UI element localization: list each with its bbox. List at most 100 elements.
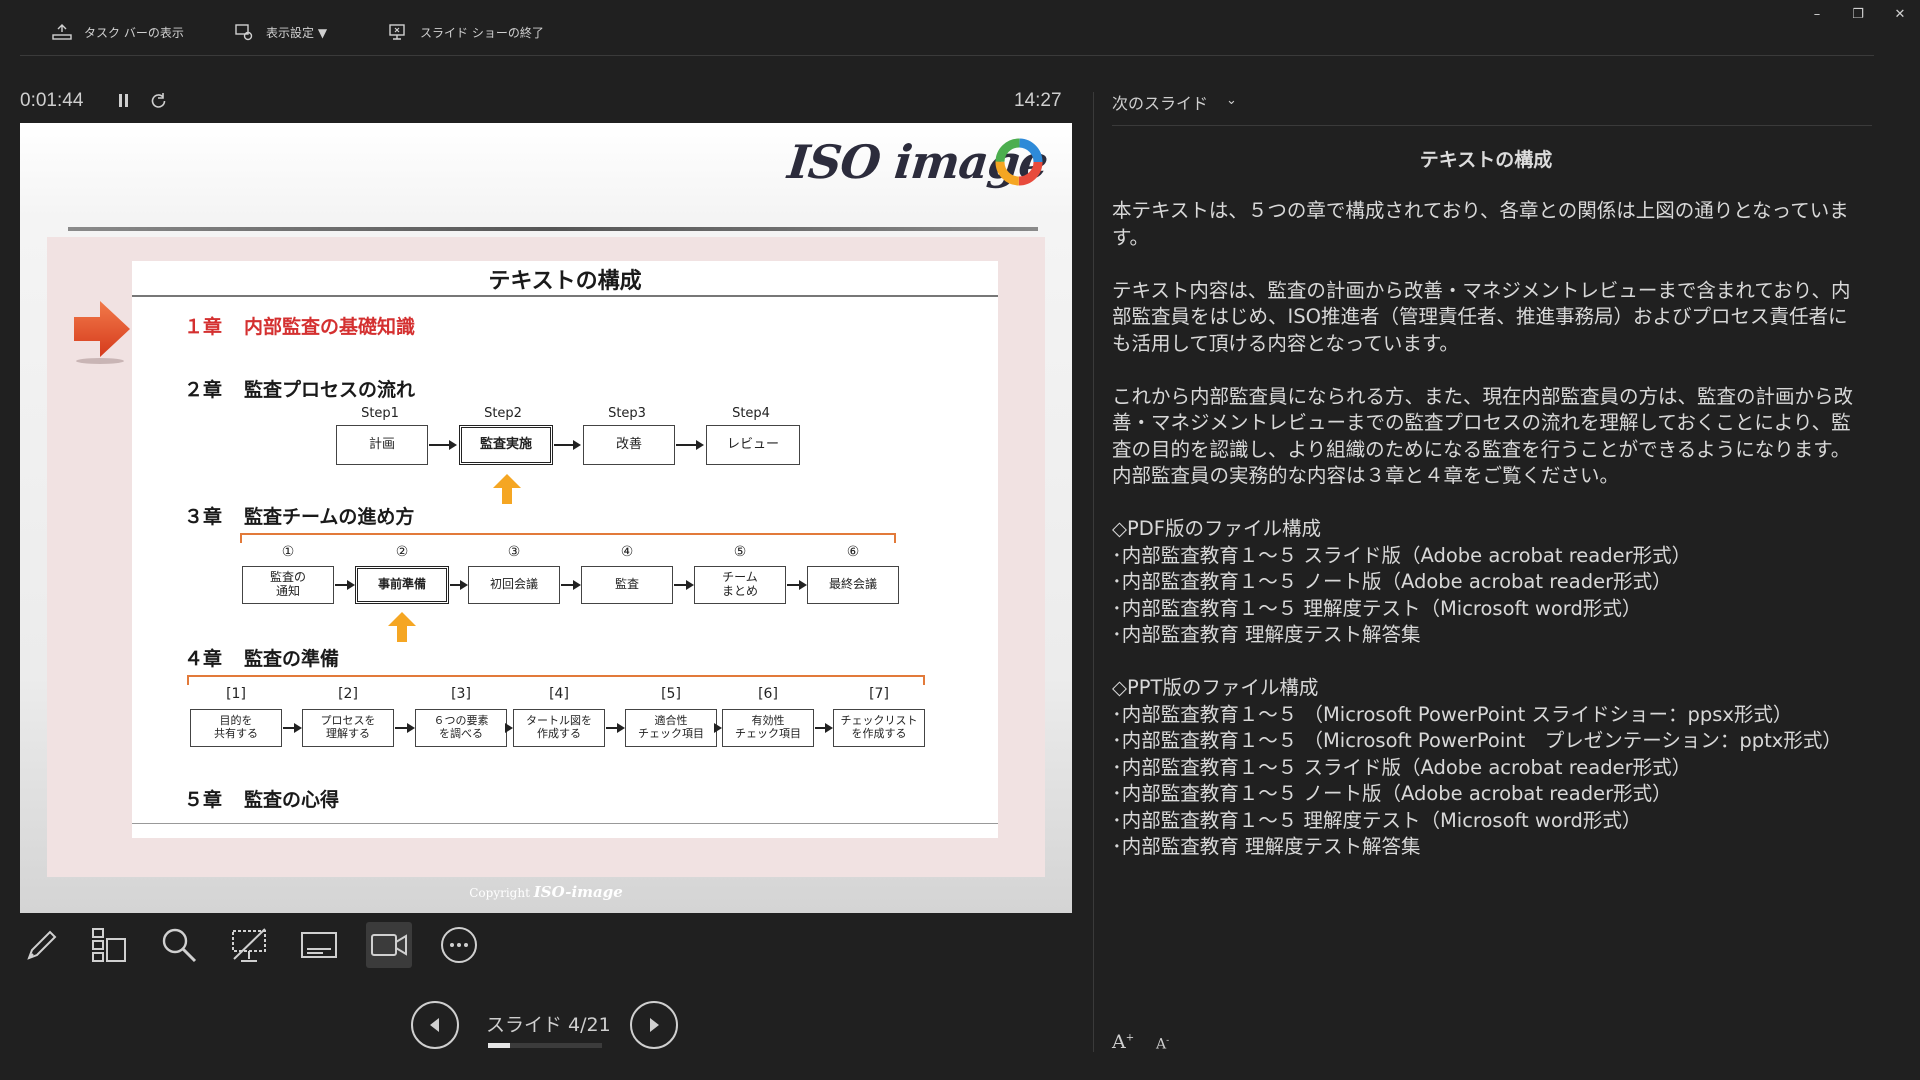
slide-title-rule <box>132 295 998 297</box>
restore-button[interactable]: ❐ <box>1846 4 1870 24</box>
chapter-4: ４章 監査の準備 <box>184 648 340 670</box>
ch3-bracket <box>240 533 896 543</box>
slide-progress-bar <box>488 1043 602 1048</box>
pen-tool-button[interactable] <box>18 922 64 968</box>
end-slideshow-button[interactable]: スライド ショーの終了 <box>388 20 544 44</box>
ch4-step-box: タートル図を 作成する <box>513 709 605 747</box>
ch3-step-label: ④ <box>620 544 634 560</box>
ch3-step-box: 最終会議 <box>807 566 899 604</box>
ch3-step-label: ① <box>281 544 295 560</box>
ch4-step-box: プロセスを 理解する <box>302 709 394 747</box>
camera-toggle-button[interactable] <box>366 922 412 968</box>
flow-connector <box>676 440 704 450</box>
logo-ring-icon <box>995 138 1043 186</box>
ch4-step-box: 目的を 共有する <box>190 709 282 747</box>
ch2-step-box-highlight: 監査実施 <box>459 425 553 465</box>
chapter-3: ３章 監査チームの進め方 <box>184 506 415 528</box>
ch3-step-box: チーム まとめ <box>694 566 786 604</box>
black-screen-button[interactable] <box>226 922 272 968</box>
ch4-step-box: ６つの要素 を調べる <box>415 709 507 747</box>
slides-grid-icon <box>92 928 126 962</box>
chapter-1: １章 内部監査の基礎知識 <box>184 316 416 338</box>
display-settings-icon <box>235 24 253 41</box>
flow-connector <box>429 440 457 450</box>
orange-up-arrow-icon <box>388 612 416 642</box>
ch4-step-label: [4] <box>549 686 569 702</box>
show-taskbar-button[interactable]: タスク バーの表示 <box>52 20 184 44</box>
ch2-step-label: Step2 <box>484 406 522 421</box>
ch2-step-box: レビュー <box>706 425 800 465</box>
chevron-down-icon[interactable]: ⌄ <box>1226 93 1237 108</box>
pen-icon <box>27 930 57 960</box>
ch3-step-box: 初回会議 <box>468 566 560 604</box>
pause-icon[interactable] <box>114 92 132 110</box>
slide-header-rule <box>68 227 1038 231</box>
flow-connector <box>561 580 581 590</box>
display-settings-label: 表示設定 ▼ <box>266 25 328 40</box>
ch4-bracket <box>187 675 925 685</box>
ch2-step-label: Step3 <box>608 406 646 421</box>
orange-up-arrow-icon <box>493 474 521 504</box>
flow-connector <box>283 723 302 733</box>
ch4-step-label: [1] <box>226 686 246 702</box>
decrease-font-button[interactable]: A- <box>1156 1036 1169 1053</box>
current-slide[interactable]: ISO image テキストの構成 １章 内部監査の基礎知識 ２章 監査プロセスの流… <box>20 123 1072 913</box>
end-slideshow-label: スライド ショーの終了 <box>420 25 544 40</box>
next-slide-dropdown[interactable]: 次のスライド <box>1112 90 1208 114</box>
ch4-step-label: [7] <box>869 686 889 702</box>
ch4-step-label: [3] <box>451 686 471 702</box>
previous-slide-button[interactable] <box>411 1001 459 1049</box>
ch4-step-label: [6] <box>758 686 778 702</box>
next-slide-button[interactable] <box>630 1001 678 1049</box>
panel-splitter[interactable] <box>1093 92 1094 1052</box>
ch2-step-label: Step1 <box>361 406 399 421</box>
notes-paragraph: テキスト内容は、監査の計画から改善・マネジメントレビューまで含まれており、内部監… <box>1112 278 1851 355</box>
prev-icon <box>430 1018 439 1032</box>
ch3-step-box: 監査の 通知 <box>242 566 334 604</box>
close-button[interactable]: ✕ <box>1888 4 1912 24</box>
flow-connector <box>815 723 833 733</box>
ch3-step-box: 監査 <box>581 566 673 604</box>
ch2-step-label: Step4 <box>732 406 770 421</box>
more-options-button[interactable] <box>436 922 482 968</box>
zoom-icon <box>162 928 197 963</box>
ch3-step-box-highlight: 事前準備 <box>355 566 449 604</box>
restart-icon[interactable] <box>148 91 168 111</box>
notes-divider <box>1112 125 1872 126</box>
taskbar-icon <box>52 24 72 40</box>
subtitles-icon <box>301 932 337 958</box>
slide-counter: スライド 4/21 <box>486 1014 611 1036</box>
notes-title: テキストの構成 <box>1419 149 1553 171</box>
flow-connector <box>554 440 581 450</box>
subtitles-button[interactable] <box>296 922 342 968</box>
camera-icon <box>371 934 407 956</box>
increase-font-button[interactable]: A+ <box>1112 1031 1134 1053</box>
show-taskbar-label: タスク バーの表示 <box>84 25 184 40</box>
slide-copyright: Copyright ISO-image <box>469 883 623 901</box>
end-show-icon <box>389 24 405 40</box>
flow-connector <box>714 723 722 733</box>
red-pointer-arrow-icon <box>74 301 130 364</box>
flow-connector <box>787 580 807 590</box>
current-time: 14:27 <box>1014 90 1062 111</box>
slide-progress-fill <box>488 1043 510 1048</box>
minimize-button[interactable]: – <box>1805 4 1829 24</box>
ch2-step-box: 改善 <box>583 425 675 465</box>
ch3-step-label: ⑥ <box>846 544 860 560</box>
ch2-step-box: 計画 <box>336 425 428 465</box>
ch4-step-box: 有効性 チェック項目 <box>722 709 814 747</box>
slide-title: テキストの構成 <box>488 269 642 294</box>
ch3-step-label: ⑤ <box>733 544 747 560</box>
flow-connector <box>395 723 415 733</box>
see-all-slides-button[interactable] <box>86 922 132 968</box>
ch4-step-label: [5] <box>661 686 681 702</box>
speaker-notes[interactable]: 本テキストは、５つの章で構成されており、各章との関係は上図の通りとなっています。… <box>1112 198 1864 887</box>
top-toolbar: タスク バーの表示 表示設定 ▼ スライド ショーの終了 – ❐ ✕ <box>0 0 1920 62</box>
notes-paragraph: これから内部監査員になられる方、また、現在内部監査員の方は、監査の計画から改善・… <box>1112 384 1854 488</box>
display-settings-button[interactable]: 表示設定 ▼ <box>234 20 327 44</box>
zoom-button[interactable] <box>156 922 202 968</box>
ch4-step-box: チェックリスト を作成する <box>833 709 925 747</box>
notes-paragraph: ◇PDF版のファイル構成 ･内部監査教育１～５ スライド版（Adobe acro… <box>1112 517 1692 646</box>
flow-connector <box>450 580 468 590</box>
flow-connector <box>505 723 513 733</box>
